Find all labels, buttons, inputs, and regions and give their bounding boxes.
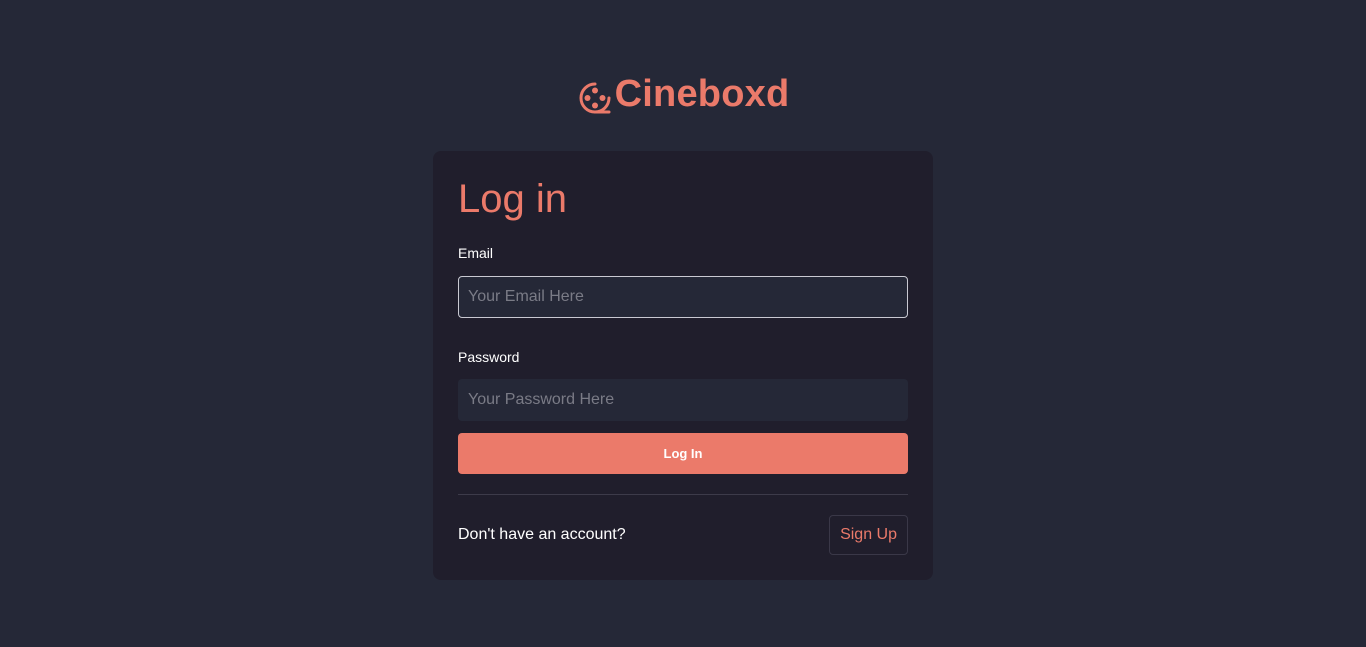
email-field[interactable]: [458, 276, 908, 318]
password-label: Password: [458, 349, 520, 365]
page-title: Log in: [458, 177, 567, 221]
email-label: Email: [458, 245, 494, 261]
signup-button[interactable]: Sign Up: [829, 515, 908, 555]
login-button[interactable]: Log In: [458, 433, 908, 474]
brand-logo[interactable]: Cineboxd: [0, 72, 1366, 116]
password-field[interactable]: [458, 379, 908, 421]
login-page: Cineboxd Log in Email Password Log In Do…: [0, 0, 1366, 647]
login-card: Log in Email Password Log In Don't have …: [433, 151, 933, 580]
film-reel-icon: [577, 80, 613, 116]
brand-name: Cineboxd: [614, 72, 790, 115]
signup-row: Don't have an account? Sign Up: [458, 515, 908, 555]
signup-prompt: Don't have an account?: [458, 526, 626, 543]
divider: [458, 494, 908, 495]
